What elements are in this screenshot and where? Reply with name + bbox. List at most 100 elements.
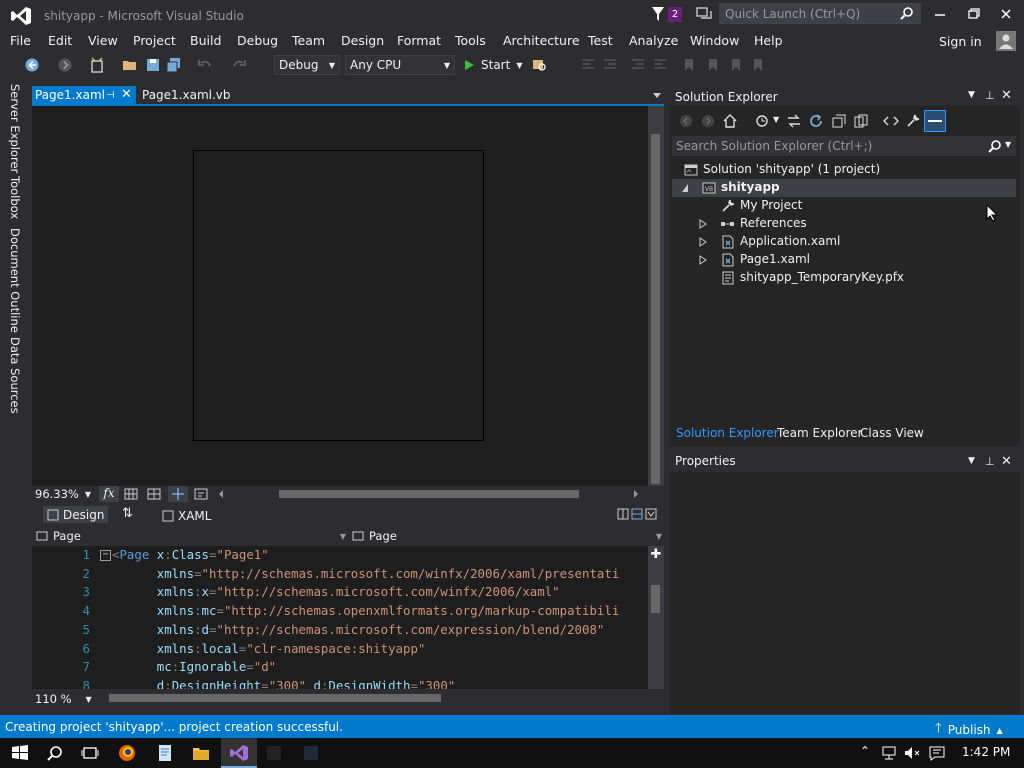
windows-start-icon[interactable] bbox=[4, 740, 36, 766]
account-avatar-icon[interactable] bbox=[996, 31, 1016, 51]
panel-menu-icon[interactable]: ▼ bbox=[968, 456, 975, 466]
menu-architecture[interactable]: Architecture bbox=[503, 33, 580, 48]
forward-icon[interactable] bbox=[700, 113, 716, 129]
designer-zoom-dropdown[interactable]: 96.33% ▼ bbox=[35, 487, 91, 501]
back-icon[interactable] bbox=[678, 113, 694, 129]
sync-active-document-icon[interactable] bbox=[786, 113, 802, 129]
prev-bookmark-icon[interactable] bbox=[705, 57, 721, 73]
xaml-designer-surface[interactable] bbox=[32, 106, 648, 486]
menu-project[interactable]: Project bbox=[133, 33, 176, 48]
task-view-icon[interactable] bbox=[74, 740, 106, 766]
undo-icon[interactable] bbox=[197, 57, 213, 73]
scroll-right-icon[interactable] bbox=[632, 489, 640, 499]
swap-panes-icon[interactable]: ⇅ bbox=[122, 506, 133, 521]
designer-hscroll-thumb[interactable] bbox=[279, 490, 579, 498]
minimize-button[interactable] bbox=[925, 4, 955, 24]
menu-test[interactable]: Test bbox=[588, 33, 613, 48]
collapsed-arrow-icon[interactable] bbox=[699, 237, 707, 247]
quick-launch-box[interactable] bbox=[719, 3, 921, 24]
snap-gridlines-icon[interactable] bbox=[147, 488, 161, 500]
notification-flag-icon[interactable] bbox=[651, 6, 665, 22]
collapsed-arrow-icon[interactable] bbox=[699, 255, 707, 265]
tab-team-explorer[interactable]: Team Explorer bbox=[777, 426, 863, 440]
bookmark-icon[interactable] bbox=[681, 57, 697, 73]
properties-panel[interactable] bbox=[670, 472, 1020, 714]
taskbar-app-icon[interactable] bbox=[295, 740, 327, 766]
editor-vertical-scrollbar[interactable] bbox=[648, 546, 664, 689]
platform-dropdown[interactable]: Any CPU ▼ bbox=[345, 55, 455, 75]
notepad-icon[interactable] bbox=[149, 740, 181, 766]
save-icon[interactable] bbox=[145, 57, 161, 73]
menu-debug[interactable]: Debug bbox=[237, 33, 278, 48]
expanded-arrow-icon[interactable] bbox=[681, 183, 689, 193]
split-editor-icon[interactable]: ✚ bbox=[648, 547, 664, 563]
align-right-icon[interactable] bbox=[602, 57, 618, 73]
tab-page1-xaml-vb[interactable]: Page1.xaml.vb bbox=[142, 86, 231, 106]
quick-launch-input[interactable] bbox=[720, 4, 895, 23]
tab-class-view[interactable]: Class View bbox=[860, 426, 924, 440]
clear-bookmarks-icon[interactable] bbox=[750, 57, 766, 73]
navbar-type-dropdown[interactable]: Page ▼ bbox=[36, 529, 346, 543]
formula-button[interactable]: fx bbox=[99, 486, 119, 502]
tab-solution-explorer[interactable]: Solution Explorer bbox=[676, 426, 779, 440]
pin-panel-icon[interactable]: ⊥ bbox=[985, 89, 995, 102]
grid-toggle-icon[interactable] bbox=[124, 488, 138, 500]
next-bookmark-icon[interactable] bbox=[728, 57, 744, 73]
menu-view[interactable]: View bbox=[88, 33, 118, 48]
designer-scroll-thumb[interactable] bbox=[651, 134, 660, 484]
firefox-icon[interactable] bbox=[111, 740, 143, 766]
project-code-icon[interactable] bbox=[194, 488, 208, 500]
menu-analyze[interactable]: Analyze bbox=[629, 33, 678, 48]
sign-in-link[interactable]: Sign in bbox=[939, 34, 982, 49]
menu-tools[interactable]: Tools bbox=[455, 33, 486, 48]
show-all-files-icon[interactable] bbox=[853, 113, 869, 129]
open-file-icon[interactable] bbox=[122, 57, 138, 73]
chevron-down-icon[interactable]: ▼ bbox=[773, 115, 779, 124]
chevron-down-icon[interactable]: ▼ bbox=[1005, 140, 1011, 149]
xaml-view-tab[interactable]: XAML bbox=[162, 509, 211, 523]
chevron-up-icon[interactable]: ⌃ bbox=[860, 744, 870, 758]
menu-format[interactable]: Format bbox=[397, 33, 441, 48]
new-project-icon[interactable] bbox=[89, 57, 105, 73]
taskbar-app-icon[interactable] bbox=[258, 740, 290, 766]
navbar-member-dropdown[interactable]: Page ▼ bbox=[352, 529, 662, 543]
save-all-icon[interactable] bbox=[166, 57, 182, 73]
notification-badge[interactable]: 2 bbox=[668, 7, 682, 22]
find-in-files-icon[interactable] bbox=[531, 57, 547, 73]
close-window-button[interactable] bbox=[991, 4, 1021, 24]
search-icon[interactable] bbox=[900, 6, 914, 20]
page-artboard[interactable] bbox=[193, 150, 484, 441]
menu-team[interactable]: Team bbox=[292, 33, 325, 48]
editor-scroll-thumb[interactable] bbox=[651, 585, 660, 613]
editor-zoom-dropdown[interactable]: 110 % ▼ bbox=[35, 692, 92, 706]
tab-page1-xaml[interactable]: Page1.xaml ⊣ ✕ bbox=[32, 86, 136, 106]
align-left-icon[interactable] bbox=[580, 57, 596, 73]
restore-button[interactable] bbox=[958, 4, 988, 24]
properties-wrench-icon[interactable] bbox=[905, 113, 921, 129]
editor-hscroll-thumb[interactable] bbox=[109, 694, 441, 702]
taskbar-clock[interactable]: 1:42 PM bbox=[962, 745, 1010, 759]
taskbar-active-app[interactable] bbox=[221, 738, 257, 768]
menu-window[interactable]: Window bbox=[690, 33, 739, 48]
pending-changes-filter-icon[interactable] bbox=[754, 113, 770, 129]
start-debugging-button[interactable]: Start ▼ bbox=[463, 56, 522, 74]
menu-edit[interactable]: Edit bbox=[48, 33, 72, 48]
navigate-forward-icon[interactable] bbox=[57, 57, 73, 73]
action-center-icon[interactable] bbox=[928, 745, 946, 761]
redo-icon[interactable] bbox=[231, 57, 247, 73]
refresh-icon[interactable] bbox=[808, 113, 824, 129]
scroll-left-icon[interactable] bbox=[217, 489, 225, 499]
indent-icon[interactable] bbox=[630, 57, 646, 73]
search-icon[interactable] bbox=[39, 740, 71, 766]
tab-toolbox[interactable]: Toolbox bbox=[8, 176, 22, 219]
outdent-icon[interactable] bbox=[652, 57, 668, 73]
search-icon[interactable] bbox=[988, 139, 1002, 153]
pin-icon[interactable]: ⊣ bbox=[106, 86, 115, 105]
tab-data-sources[interactable]: Data Sources bbox=[8, 337, 22, 414]
close-tab-icon[interactable]: ✕ bbox=[121, 85, 132, 104]
tab-document-outline[interactable]: Document Outline bbox=[8, 228, 22, 333]
feedback-icon[interactable] bbox=[696, 7, 712, 22]
collapsed-arrow-icon[interactable] bbox=[699, 219, 707, 229]
solution-explorer-search[interactable]: ▼ bbox=[672, 136, 1016, 156]
menu-build[interactable]: Build bbox=[190, 33, 221, 48]
